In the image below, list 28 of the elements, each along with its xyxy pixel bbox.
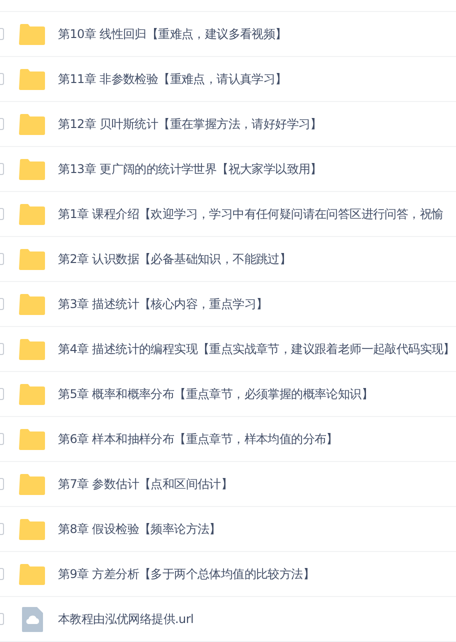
folder-name[interactable]: 第10章 线性回归【重难点，建议多看视频】 bbox=[58, 26, 287, 42]
file-name[interactable]: 本教程由泓优网络提供.url bbox=[58, 610, 194, 628]
folder-name[interactable]: 第2章 认识数据【必备基础知识，不能跳过】 bbox=[58, 250, 292, 268]
folder-name[interactable]: 第8章 假设检验【频率论方法】 bbox=[58, 520, 221, 538]
folder-name[interactable]: 第6章 样本和抽样分布【重点章节，样本均值的分布】 bbox=[58, 430, 338, 448]
folder-name[interactable]: 第9章 方差分析【多于两个总体均值的比较方法】 bbox=[58, 566, 315, 582]
folder-icon bbox=[19, 384, 45, 404]
folder-name[interactable]: 第1章 课程介绍【欢迎学习，学习中有任何疑问请在问答区进行问答，祝愉 bbox=[58, 206, 444, 222]
folder-icon bbox=[19, 114, 45, 134]
folder-icon bbox=[19, 68, 45, 90]
folder-icon bbox=[19, 338, 45, 360]
folder-name[interactable]: 第7章 参数估计【点和区间估计】 bbox=[58, 476, 233, 492]
folder-icon bbox=[19, 294, 45, 314]
folder-icon bbox=[19, 428, 45, 450]
folder-name[interactable]: 第13章 更广阔的的统计学世界【祝大家学以致用】 bbox=[58, 160, 322, 178]
folder-icon bbox=[19, 204, 45, 224]
folder-icon bbox=[19, 474, 45, 494]
folder-name[interactable]: 第4章 描述统计的编程实现【重点实战章节，建议跟着老师一起敲代码实现】 bbox=[58, 340, 455, 358]
folder-name[interactable]: 第3章 描述统计【核心内容，重点学习】 bbox=[58, 296, 268, 312]
folder-name[interactable]: 第11章 非参数检验【重难点，请认真学习】 bbox=[58, 70, 287, 88]
folder-name[interactable]: 第5章 概率和概率分布【重点章节，必须掌握的概率论知识】 bbox=[58, 386, 374, 402]
cloud-file-icon bbox=[22, 606, 42, 632]
folder-icon bbox=[19, 24, 45, 44]
folder-name[interactable]: 第12章 贝叶斯统计【重在掌握方法，请好好学习】 bbox=[58, 116, 322, 132]
folder-icon bbox=[19, 518, 45, 540]
folder-icon bbox=[19, 248, 45, 270]
folder-icon bbox=[19, 564, 45, 584]
folder-icon bbox=[19, 158, 45, 180]
